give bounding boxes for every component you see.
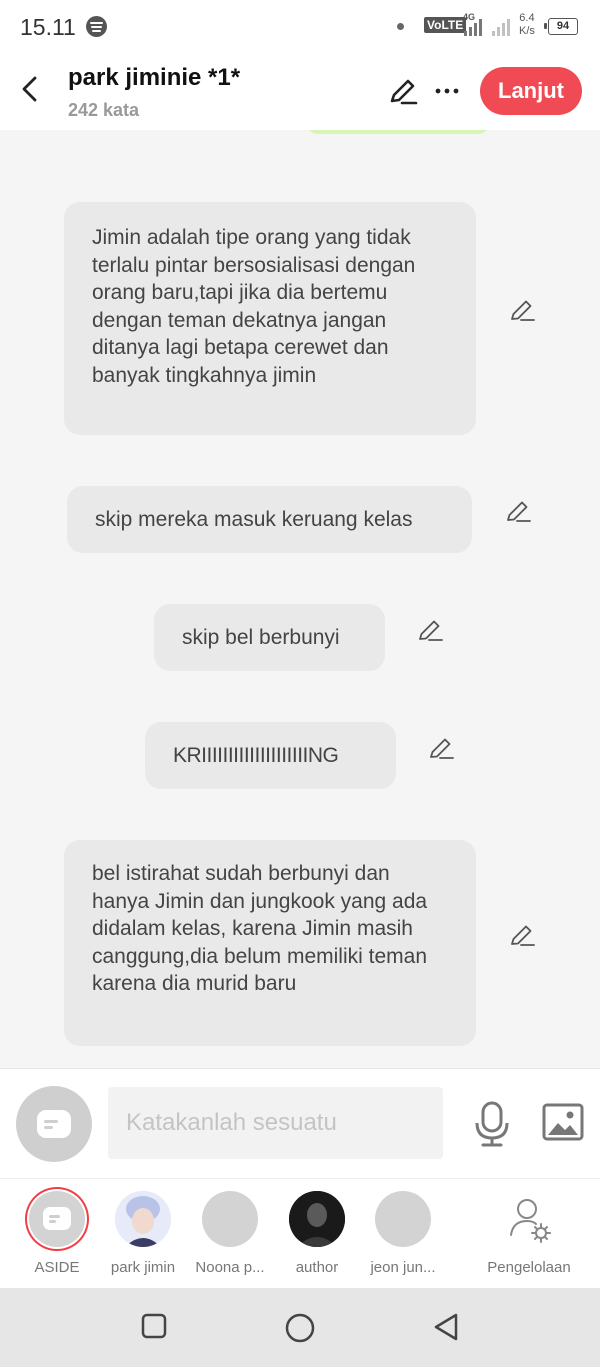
character-noona[interactable]: Noona p... <box>190 1191 270 1276</box>
spotify-icon <box>86 16 107 37</box>
signal-icon <box>464 18 488 36</box>
avatar <box>375 1191 431 1247</box>
character-aside[interactable]: ASIDE <box>17 1191 97 1276</box>
system-nav-bar <box>0 1288 600 1367</box>
recent-apps-icon[interactable] <box>140 1312 168 1340</box>
manage-characters-button[interactable]: Pengelolaan <box>479 1191 579 1276</box>
character-label: ASIDE <box>34 1259 80 1276</box>
avatar <box>29 1191 85 1247</box>
battery-icon: 94 <box>544 18 578 35</box>
app-header: park jiminie *1* 242 kata Lanjut <box>0 52 600 130</box>
chat-area[interactable]: Jimin adalah tipe orang yang tidak terla… <box>0 130 600 1068</box>
message-bubble[interactable]: KRIIIIIIIIIIIIIIIIIIIING <box>145 722 396 789</box>
message-icon <box>37 1110 71 1138</box>
message-bubble[interactable]: skip bel berbunyi <box>154 604 385 671</box>
message-icon <box>43 1207 71 1230</box>
volte-badge: VoLTE <box>424 17 467 33</box>
pencil-icon[interactable] <box>427 734 455 762</box>
pencil-icon[interactable] <box>388 76 418 106</box>
character-author[interactable]: author <box>277 1191 357 1276</box>
pencil-icon[interactable] <box>416 616 444 644</box>
microphone-icon[interactable] <box>474 1101 510 1147</box>
clock: 15.11 <box>20 14 76 40</box>
home-icon[interactable] <box>284 1312 316 1344</box>
composer <box>0 1068 600 1178</box>
avatar <box>202 1191 258 1247</box>
user-settings-icon <box>510 1199 551 1243</box>
avatar <box>115 1191 171 1247</box>
message-bubble[interactable]: Jimin adalah tipe orang yang tidak terla… <box>64 202 476 435</box>
word-count: 242 kata <box>68 100 140 120</box>
continue-button[interactable]: Lanjut <box>480 67 582 115</box>
character-label: Noona p... <box>195 1259 265 1276</box>
status-bar: 15.11 VoLTE 4G 6.4 K/s 94 <box>0 0 600 52</box>
character-bar: ASIDE park jimin Noona p... author jeon … <box>0 1178 600 1288</box>
character-label: Pengelolaan <box>487 1259 571 1276</box>
character-label: jeon jun... <box>370 1259 436 1276</box>
pencil-icon[interactable] <box>508 296 536 324</box>
net-speed: 6.4 K/s <box>519 12 535 37</box>
character-label: park jimin <box>110 1259 176 1276</box>
message-bubble-partial <box>306 130 490 134</box>
character-jeon[interactable]: jeon jun... <box>363 1191 443 1276</box>
back-nav-icon[interactable] <box>432 1312 460 1342</box>
aside-toggle-button[interactable] <box>16 1086 92 1162</box>
more-horizontal-icon[interactable] <box>434 78 460 104</box>
story-title: park jiminie *1* <box>68 64 241 91</box>
chevron-left-icon[interactable] <box>16 74 46 104</box>
pencil-icon[interactable] <box>508 921 536 949</box>
character-park-jimin[interactable]: park jimin <box>103 1191 183 1276</box>
pencil-icon[interactable] <box>504 497 532 525</box>
message-input[interactable] <box>108 1087 443 1159</box>
avatar <box>289 1191 345 1247</box>
message-bubble[interactable]: bel istirahat sudah berbunyi dan hanya J… <box>64 840 476 1046</box>
message-bubble[interactable]: skip mereka masuk keruang kelas <box>67 486 472 553</box>
image-icon[interactable] <box>542 1103 584 1141</box>
signal-2-icon <box>492 18 516 36</box>
character-label: author <box>295 1259 339 1276</box>
notification-dot-icon <box>397 23 404 30</box>
